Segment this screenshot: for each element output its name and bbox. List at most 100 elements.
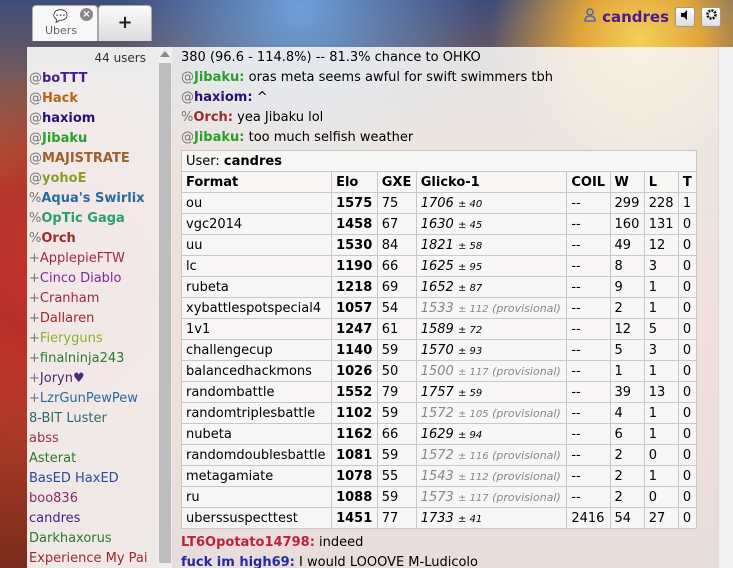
chat-rank: @: [181, 130, 194, 145]
format-cell: randomdoublesbattle: [180, 444, 333, 466]
user-list-item[interactable]: BasED HaxED: [27, 469, 158, 489]
wins-cell: 6: [609, 423, 645, 445]
ties-cell: 0: [677, 402, 698, 424]
elo-cell: 1458: [331, 213, 378, 235]
glicko-value: 1629: [420, 426, 458, 442]
stats-row: nubeta 1162 66 1629 ± 94 -- 6 1 0: [180, 423, 698, 445]
coil-cell: --: [566, 423, 611, 445]
user-list-item[interactable]: @haxiom: [27, 109, 158, 129]
ties-cell: 0: [677, 381, 698, 403]
chat-username[interactable]: LT6Opotato14798:: [181, 535, 315, 550]
user-list-item[interactable]: @Jibaku: [27, 129, 158, 149]
user-name: Asterat: [29, 451, 77, 466]
user-rank: +: [29, 371, 40, 386]
user-list-item[interactable]: +Cranham: [27, 289, 158, 309]
user-name: Orch: [41, 231, 76, 246]
glicko-deviation: ± 72: [457, 324, 483, 336]
sound-button[interactable]: [675, 7, 695, 27]
stats-row: ou 1575 75 1706 ± 40 -- 299 228 1: [180, 192, 698, 214]
coil-cell: --: [566, 486, 611, 508]
glicko-cell: 1572 ± 116 (provisional): [415, 444, 568, 466]
user-list-item[interactable]: Darkhaxorus: [27, 529, 158, 549]
format-cell: 1v1: [180, 318, 333, 340]
add-room-button[interactable]: +: [98, 5, 152, 41]
chat-text: too much selfish weather: [248, 130, 414, 145]
user-name: Joryn♥: [39, 371, 85, 386]
wins-cell: 12: [609, 318, 645, 340]
user-list-item[interactable]: @MAJISTRATE: [27, 149, 158, 169]
chat-username[interactable]: Jibaku:: [194, 130, 244, 145]
user-list-item[interactable]: Asterat: [27, 449, 158, 469]
user-list-item[interactable]: %Aqua's Swirlix: [27, 189, 158, 209]
user-list-item[interactable]: @boTTT: [27, 69, 158, 89]
chat-message: @Jibaku: too much selfish weather: [181, 130, 413, 145]
ties-cell: 0: [677, 423, 698, 445]
wins-cell: 4: [609, 402, 645, 424]
glicko-cell: 1572 ± 105 (provisional): [415, 402, 568, 424]
glicko-cell: 1500 ± 117 (provisional): [415, 360, 568, 382]
chat-scrollbar[interactable]: [718, 47, 733, 568]
user-list-item[interactable]: %OpTic Gaga: [27, 209, 158, 229]
ties-cell: 0: [677, 255, 698, 277]
chat-text: ^: [256, 90, 268, 105]
glicko-value: 1652: [420, 279, 458, 295]
close-icon[interactable]: ×: [80, 8, 93, 21]
user-list-item[interactable]: abss: [27, 429, 158, 449]
coil-cell: --: [566, 255, 611, 277]
wins-cell: 2: [609, 297, 645, 319]
chat-username[interactable]: fuck im high69:: [181, 555, 295, 568]
user-list-item[interactable]: @yohoE: [27, 169, 158, 189]
user-list-item[interactable]: +Joryn♥: [27, 369, 158, 389]
user-list-item[interactable]: +Fieryguns: [27, 329, 158, 349]
chat-username[interactable]: Jibaku:: [194, 70, 244, 85]
user-list-item[interactable]: 8-BIT Luster: [27, 409, 158, 429]
wins-cell: 8: [609, 255, 645, 277]
column-header: GXE: [376, 171, 417, 193]
stats-user-cell: User: candres: [181, 150, 697, 172]
settings-button[interactable]: [701, 7, 721, 27]
gear-icon: [705, 9, 717, 20]
glicko-value: 1625: [420, 258, 458, 274]
user-list-item[interactable]: +finalninja243: [27, 349, 158, 369]
user-list-item[interactable]: %Orch: [27, 229, 158, 249]
username-link[interactable]: candres: [602, 8, 669, 26]
losses-cell: 228: [643, 192, 679, 214]
user-list-item[interactable]: Experience My Pai: [27, 549, 158, 568]
ties-cell: 0: [677, 507, 698, 529]
glicko-value: 1500: [420, 363, 458, 379]
room-tab-label: Ubers: [45, 24, 78, 37]
user-list-scrollbar[interactable]: [158, 47, 172, 568]
glicko-deviation: ± 112: [457, 471, 489, 483]
user-rank: +: [29, 351, 40, 366]
glicko-deviation: ± 87: [457, 282, 483, 294]
user-rank: @: [29, 91, 42, 106]
wins-cell: 299: [609, 192, 645, 214]
user-list-item[interactable]: +Dallaren: [27, 309, 158, 329]
user-name: Dallaren: [39, 311, 95, 326]
ties-cell: 1: [677, 192, 698, 214]
format-cell: metagamiate: [180, 465, 333, 487]
stats-user-name[interactable]: candres: [224, 154, 282, 169]
column-header: L: [643, 171, 679, 193]
chat-username[interactable]: Orch:: [193, 110, 233, 125]
column-header: Elo: [331, 171, 378, 193]
gxe-cell: 66: [376, 255, 417, 277]
user-list-item[interactable]: +LzrGunPewPew: [27, 389, 158, 409]
scroll-up-arrow-icon[interactable]: [160, 51, 170, 57]
chat-username[interactable]: haxiom:: [194, 90, 253, 105]
user-name: Hack: [42, 91, 79, 106]
user-list-item[interactable]: boo836: [27, 489, 158, 509]
wins-cell: 39: [609, 381, 645, 403]
stats-user-row: User: candres: [181, 150, 697, 172]
user-list-item[interactable]: +Cinco Diablo: [27, 269, 158, 289]
user-list-item[interactable]: candres: [27, 509, 158, 529]
glicko-value: 1533: [420, 300, 458, 316]
glicko-cell: 1533 ± 112 (provisional): [415, 297, 568, 319]
user-list-item[interactable]: @Hack: [27, 89, 158, 109]
elo-cell: 1190: [331, 255, 378, 277]
scrollbar-thumb[interactable]: [159, 63, 171, 563]
provisional-label: (provisional): [488, 364, 561, 378]
user-list-item[interactable]: +ApplepieFTW: [27, 249, 158, 269]
room-tab-ubers[interactable]: 💬 × Ubers: [32, 5, 98, 41]
ties-cell: 0: [677, 486, 698, 508]
